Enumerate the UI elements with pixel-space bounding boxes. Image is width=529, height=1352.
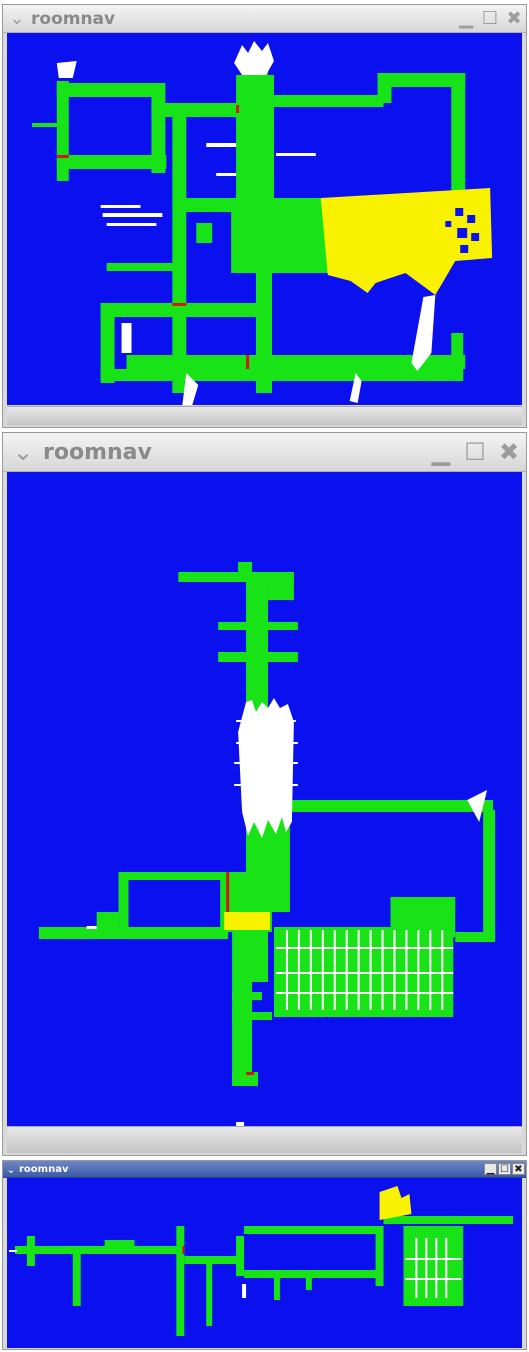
maximize-icon[interactable]: ☐ — [498, 1163, 511, 1175]
horizontal-scrollbar[interactable] — [7, 1126, 522, 1153]
window-controls: ▁ ☐ ✖ — [454, 8, 526, 29]
close-icon[interactable]: ✖ — [492, 438, 526, 466]
window-title: roomnav — [19, 1163, 69, 1175]
maximize-icon[interactable]: ☐ — [478, 8, 502, 29]
close-icon[interactable]: ✖ — [512, 1163, 525, 1175]
minimize-icon[interactable]: ▁ — [424, 438, 458, 466]
free-space — [14, 1216, 514, 1336]
map-canvas[interactable] — [7, 33, 522, 405]
maximize-icon[interactable]: ☐ — [458, 438, 492, 466]
minimize-icon[interactable]: ▁ — [484, 1163, 497, 1175]
map-canvas[interactable] — [7, 472, 522, 1127]
roomnav-window-1: ⌄ roomnav ▁ ☐ ✖ — [2, 4, 527, 428]
window-title: roomnav — [31, 8, 116, 29]
title-bar[interactable]: ⌄ roomnav ▁ ☐ ✖ — [3, 1161, 526, 1178]
close-icon[interactable]: ✖ — [502, 8, 526, 29]
map-canvas[interactable] — [7, 1178, 522, 1348]
occupancy-map — [31, 41, 493, 405]
occupancy-map — [38, 562, 496, 1126]
roomnav-window-2: ⌄ roomnav ▁ ☐ ✖ — [2, 432, 527, 1156]
window-controls: ▁ ☐ ✖ — [484, 1163, 526, 1175]
current-room — [224, 912, 270, 930]
free-space — [38, 562, 496, 1086]
chevron-down-icon[interactable]: ⌄ — [3, 438, 43, 466]
title-bar[interactable]: ⌄ roomnav ▁ ☐ ✖ — [3, 433, 526, 472]
occupancy-map — [8, 1186, 514, 1336]
window-title: roomnav — [43, 439, 152, 465]
horizontal-scrollbar[interactable] — [7, 406, 522, 425]
doors — [182, 1246, 185, 1254]
current-room — [379, 1186, 412, 1220]
chevron-down-icon[interactable]: ⌄ — [3, 8, 31, 29]
roomnav-window-3: ⌄ roomnav ▁ ☐ ✖ — [2, 1160, 527, 1350]
window-controls: ▁ ☐ ✖ — [424, 438, 526, 466]
current-room — [320, 188, 493, 295]
minimize-icon[interactable]: ▁ — [454, 8, 478, 29]
chevron-down-icon[interactable]: ⌄ — [3, 1163, 19, 1176]
title-bar[interactable]: ⌄ roomnav ▁ ☐ ✖ — [3, 5, 526, 33]
